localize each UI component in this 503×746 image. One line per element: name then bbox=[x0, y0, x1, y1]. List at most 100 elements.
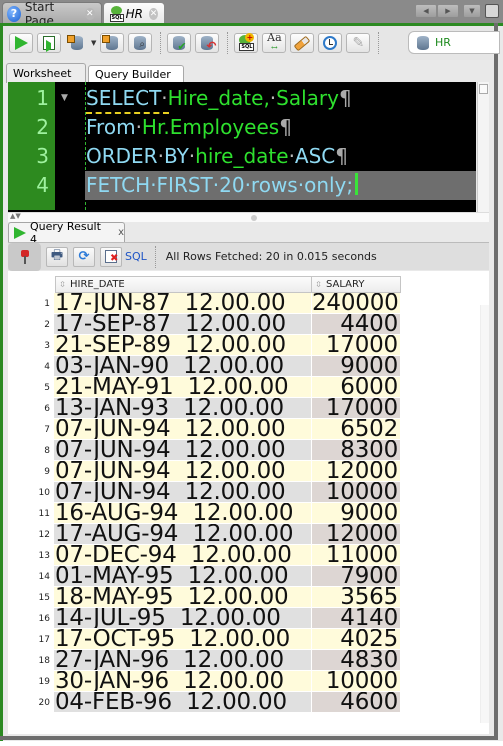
row-number[interactable]: 19 bbox=[8, 671, 54, 691]
cell-salary[interactable]: 9000 bbox=[312, 503, 400, 523]
sql-link[interactable]: SQL bbox=[125, 250, 147, 263]
explain-plan-dropdown[interactable]: ▼ bbox=[91, 39, 96, 47]
row-number[interactable]: 9 bbox=[8, 461, 54, 481]
row-number[interactable]: 10 bbox=[8, 482, 54, 502]
cell-salary[interactable]: 11000 bbox=[312, 545, 400, 565]
cell-hire-date[interactable]: 14-JUL-95 12.00.00 bbox=[54, 608, 311, 628]
row-number[interactable]: 16 bbox=[8, 608, 54, 628]
cell-salary[interactable]: 10000 bbox=[312, 482, 400, 502]
run-statement-button[interactable] bbox=[9, 33, 33, 53]
row-number[interactable]: 12 bbox=[8, 524, 54, 544]
tab-worksheet[interactable]: Worksheet bbox=[6, 63, 86, 83]
row-number[interactable]: 20 bbox=[8, 692, 54, 712]
table-row[interactable]: 9 07-JUN-94 12.00.00 12000 bbox=[8, 461, 400, 481]
tab-hr-worksheet[interactable]: SQL HR ✕ bbox=[103, 2, 165, 24]
table-row[interactable]: 1 17-JUN-87 12.00.00 240000 bbox=[8, 293, 400, 313]
row-number[interactable]: 4 bbox=[8, 356, 54, 376]
cell-salary[interactable]: 6000 bbox=[312, 377, 400, 397]
table-row[interactable]: 14 01-MAY-95 12.00.00 7900 bbox=[8, 566, 400, 586]
row-number[interactable]: 18 bbox=[8, 650, 54, 670]
table-row[interactable]: 3 21-SEP-89 12.00.00 17000 bbox=[8, 335, 400, 355]
table-row[interactable]: 20 04-FEB-96 12.00.00 4600 bbox=[8, 692, 400, 712]
cell-salary[interactable]: 3565 bbox=[312, 587, 400, 607]
cell-hire-date[interactable]: 17-AUG-94 12.00.00 bbox=[54, 524, 311, 544]
table-row[interactable]: 4 03-JAN-90 12.00.00 9000 bbox=[8, 356, 400, 376]
table-row[interactable]: 2 17-SEP-87 12.00.00 4400 bbox=[8, 314, 400, 334]
sql-history-button[interactable] bbox=[318, 33, 343, 53]
explain-plan-button[interactable] bbox=[65, 33, 89, 53]
grid-scrollbar[interactable] bbox=[480, 305, 489, 723]
freeze-view-button[interactable] bbox=[8, 242, 41, 271]
table-row[interactable]: 5 21-MAY-91 12.00.00 6000 bbox=[8, 377, 400, 397]
cell-salary[interactable]: 7900 bbox=[312, 566, 400, 586]
cell-hire-date[interactable]: 07-JUN-94 12.00.00 bbox=[54, 419, 311, 439]
row-number[interactable]: 6 bbox=[8, 398, 54, 418]
cell-salary[interactable]: 6502 bbox=[312, 419, 400, 439]
cell-salary[interactable]: 4025 bbox=[312, 629, 400, 649]
row-number[interactable]: 3 bbox=[8, 335, 54, 355]
cell-hire-date[interactable]: 18-MAY-95 12.00.00 bbox=[54, 587, 311, 607]
row-number[interactable]: 8 bbox=[8, 440, 54, 460]
cell-salary[interactable]: 17000 bbox=[312, 335, 400, 355]
maximize-button[interactable] bbox=[485, 4, 499, 18]
change-case-button[interactable]: Aa ↔ bbox=[262, 32, 287, 53]
rollback-button[interactable] bbox=[195, 33, 220, 53]
tab-query-result[interactable]: Query Result 4 x bbox=[8, 220, 125, 246]
cell-hire-date[interactable]: 17-JUN-87 12.00.00 bbox=[54, 293, 311, 313]
cell-salary[interactable]: 8300 bbox=[312, 440, 400, 460]
cell-hire-date[interactable]: 27-JAN-96 12.00.00 bbox=[54, 650, 311, 670]
scroll-tabs-left-button[interactable]: ◀ bbox=[415, 4, 437, 18]
row-number[interactable]: 2 bbox=[8, 314, 54, 334]
tab-start-page[interactable]: ? Start Page ✕ bbox=[2, 0, 102, 28]
scroll-tabs-right-button[interactable]: ▶ bbox=[437, 4, 459, 18]
cell-hire-date[interactable]: 16-AUG-94 12.00.00 bbox=[54, 503, 311, 523]
table-row[interactable]: 13 07-DEC-94 12.00.00 11000 bbox=[8, 545, 400, 565]
run-script-button[interactable] bbox=[37, 33, 61, 53]
row-number[interactable]: 14 bbox=[8, 566, 54, 586]
row-number[interactable]: 5 bbox=[8, 377, 54, 397]
fold-icon[interactable]: ▼ bbox=[61, 93, 68, 103]
clear-button[interactable] bbox=[290, 33, 315, 53]
table-row[interactable]: 16 14-JUL-95 12.00.00 4140 bbox=[8, 608, 400, 628]
cell-hire-date[interactable]: 30-JAN-96 12.00.00 bbox=[54, 671, 311, 691]
table-row[interactable]: 6 13-JAN-93 12.00.00 17000 bbox=[8, 398, 400, 418]
sql-editor[interactable]: 1 2 3 4 ▼ SELECT·Hire_date,·Salary¶ From… bbox=[8, 82, 476, 212]
table-row[interactable]: 7 07-JUN-94 12.00.00 6502 bbox=[8, 419, 400, 439]
editor-scrollbar[interactable] bbox=[477, 82, 489, 212]
cell-salary[interactable]: 17000 bbox=[312, 398, 400, 418]
cell-hire-date[interactable]: 13-JAN-93 12.00.00 bbox=[54, 398, 311, 418]
splitter-arrows-icon[interactable]: ▲▼ bbox=[10, 212, 21, 220]
scrollbar-thumb[interactable] bbox=[479, 84, 488, 94]
row-number[interactable]: 7 bbox=[8, 419, 54, 439]
table-row[interactable]: 19 30-JAN-96 12.00.00 10000 bbox=[8, 671, 400, 691]
column-header-salary[interactable]: ⇳ SALARY bbox=[312, 276, 401, 293]
table-row[interactable]: 11 16-AUG-94 12.00.00 9000 bbox=[8, 503, 400, 523]
cell-hire-date[interactable]: 21-MAY-91 12.00.00 bbox=[54, 377, 311, 397]
cell-hire-date[interactable]: 01-MAY-95 12.00.00 bbox=[54, 566, 311, 586]
cell-hire-date[interactable]: 17-SEP-87 12.00.00 bbox=[54, 314, 311, 334]
cell-salary[interactable]: 240000 bbox=[312, 293, 400, 313]
cell-hire-date[interactable]: 03-JAN-90 12.00.00 bbox=[54, 356, 311, 376]
cell-salary[interactable]: 4600 bbox=[312, 692, 400, 712]
refresh-button[interactable]: ⟳ bbox=[73, 246, 95, 267]
connection-selector[interactable]: HR bbox=[408, 31, 500, 54]
table-row[interactable]: 17 17-OCT-95 12.00.00 4025 bbox=[8, 629, 400, 649]
cell-hire-date[interactable]: 07-JUN-94 12.00.00 bbox=[54, 461, 311, 481]
table-row[interactable]: 18 27-JAN-96 12.00.00 4830 bbox=[8, 650, 400, 670]
sql-tuning-advisor-button[interactable] bbox=[128, 33, 153, 53]
cell-salary[interactable]: 4400 bbox=[312, 314, 400, 334]
cell-salary[interactable]: 9000 bbox=[312, 356, 400, 376]
column-header-hire-date[interactable]: ⇳ HIRE_DATE bbox=[55, 276, 312, 293]
row-number[interactable]: 15 bbox=[8, 587, 54, 607]
cell-salary[interactable]: 12000 bbox=[312, 524, 400, 544]
cell-hire-date[interactable]: 07-DEC-94 12.00.00 bbox=[54, 545, 311, 565]
close-tab-icon[interactable]: ✕ bbox=[84, 7, 95, 20]
row-number[interactable]: 13 bbox=[8, 545, 54, 565]
cancel-button[interactable] bbox=[100, 246, 122, 267]
row-number[interactable]: 17 bbox=[8, 629, 54, 649]
table-row[interactable]: 10 07-JUN-94 12.00.00 10000 bbox=[8, 482, 400, 502]
commit-button[interactable] bbox=[167, 33, 192, 53]
cell-hire-date[interactable]: 17-OCT-95 12.00.00 bbox=[54, 629, 311, 649]
table-row[interactable]: 15 18-MAY-95 12.00.00 3565 bbox=[8, 587, 400, 607]
cell-salary[interactable]: 10000 bbox=[312, 671, 400, 691]
